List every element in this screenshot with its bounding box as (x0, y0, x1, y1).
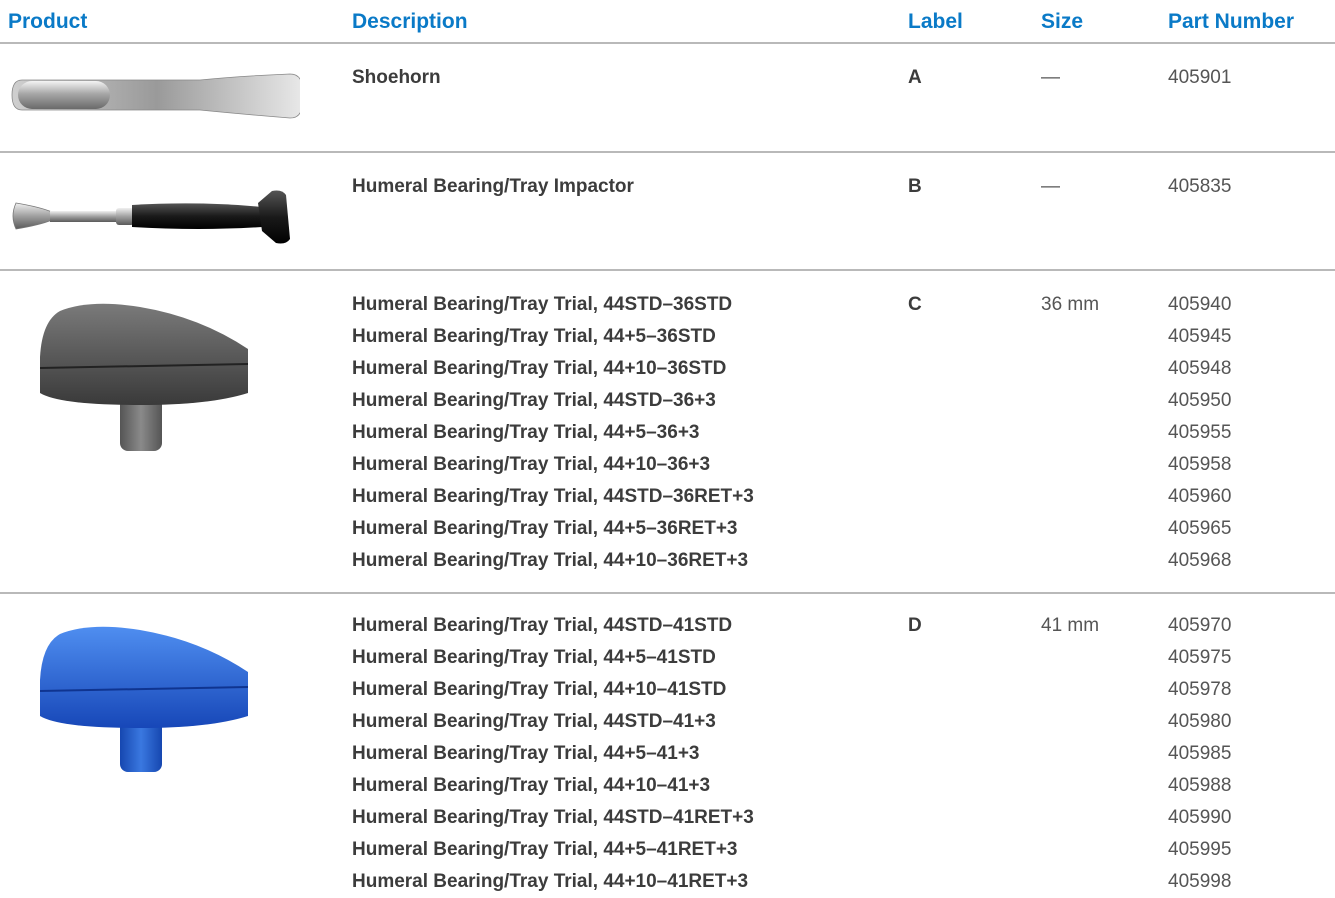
description-line: Humeral Bearing/Tray Trial, 44+10–36RET+… (352, 550, 749, 571)
part-number: 405901 (1168, 67, 1232, 88)
description-line: Humeral Bearing/Tray Trial, 44+5–36STD (352, 326, 716, 347)
part-number: 405960 (1168, 486, 1232, 507)
part-number: 405835 (1168, 176, 1232, 197)
header-description: Description (352, 10, 468, 33)
part-number: 405980 (1168, 711, 1232, 732)
description-line: Shoehorn (352, 67, 441, 88)
description-line: Humeral Bearing/Tray Impactor (352, 176, 634, 197)
part-number: 405970 (1168, 615, 1232, 636)
size-cell: — (1041, 176, 1060, 197)
description-line: Humeral Bearing/Tray Trial, 44STD–36RET+… (352, 486, 754, 507)
part-number: 405955 (1168, 422, 1232, 443)
size-cell: 41 mm (1041, 615, 1100, 636)
part-number-cell: 405835 (1168, 171, 1231, 203)
description-line: Humeral Bearing/Tray Trial, 44+10–41RET+… (352, 871, 749, 892)
part-number: 405975 (1168, 647, 1232, 668)
part-number: 405965 (1168, 518, 1232, 539)
label-cell: D (908, 615, 922, 636)
description-cell: Shoehorn (352, 62, 441, 94)
part-number: 405990 (1168, 807, 1232, 828)
header-size: Size (1041, 10, 1084, 33)
label-cell: C (908, 294, 922, 315)
description-line: Humeral Bearing/Tray Trial, 44+5–41RET+3 (352, 839, 738, 860)
description-line: Humeral Bearing/Tray Trial, 44+5–41STD (352, 647, 716, 668)
impactor-icon (12, 190, 290, 244)
description-line: Humeral Bearing/Tray Trial, 44STD–41RET+… (352, 807, 754, 828)
part-number: 405985 (1168, 743, 1232, 764)
description-line: Humeral Bearing/Tray Trial, 44+5–36RET+3 (352, 518, 738, 539)
part-number: 405958 (1168, 454, 1232, 475)
label-cell: A (908, 67, 922, 88)
header-product: Product (8, 10, 88, 33)
table-row: Humeral Bearing/Tray Trial, 44STD–41STD … (0, 594, 1335, 894)
shoehorn-icon (11, 73, 300, 119)
description-line: Humeral Bearing/Tray Trial, 44STD–41STD (352, 615, 733, 636)
description-line: Humeral Bearing/Tray Trial, 44+5–36+3 (352, 422, 700, 443)
part-number: 405948 (1168, 358, 1232, 379)
part-number: 405968 (1168, 550, 1232, 571)
description-line: Humeral Bearing/Tray Trial, 44+5–41+3 (352, 743, 700, 764)
table-header: Product Description Label Size Part Numb… (0, 0, 1335, 44)
description-line: Humeral Bearing/Tray Trial, 44STD–41+3 (352, 711, 716, 732)
size-cell: 36 mm (1041, 294, 1100, 315)
part-number: 405978 (1168, 679, 1232, 700)
description-line: Humeral Bearing/Tray Trial, 44+10–41STD (352, 679, 727, 700)
description-line: Humeral Bearing/Tray Trial, 44+10–36STD (352, 358, 727, 379)
description-line: Humeral Bearing/Tray Trial, 44STD–36+3 (352, 390, 716, 411)
part-number: 405988 (1168, 775, 1232, 796)
part-number-cell: 405970 405975 405978 405980 405985 40598… (1168, 610, 1231, 898)
part-number: 405945 (1168, 326, 1232, 347)
table-row: Humeral Bearing/Tray Impactor B — 405835 (0, 153, 1335, 271)
part-number: 405995 (1168, 839, 1232, 860)
description-line: Humeral Bearing/Tray Trial, 44+10–36+3 (352, 454, 711, 475)
description-cell: Humeral Bearing/Tray Trial, 44STD–41STD … (352, 610, 754, 898)
description-line: Humeral Bearing/Tray Trial, 44+10–41+3 (352, 775, 711, 796)
part-number: 405940 (1168, 294, 1232, 315)
label-cell: B (908, 176, 922, 197)
table-row: Humeral Bearing/Tray Trial, 44STD–36STD … (0, 271, 1335, 594)
part-number: 405950 (1168, 390, 1232, 411)
blue-trial-icon (39, 626, 249, 772)
header-label: Label (908, 10, 963, 33)
description-line: Humeral Bearing/Tray Trial, 44STD–36STD (352, 294, 733, 315)
header-part-number: Part Number (1168, 10, 1295, 33)
size-cell: — (1041, 67, 1060, 88)
part-number-cell: 405901 (1168, 62, 1231, 94)
description-cell: Humeral Bearing/Tray Trial, 44STD–36STD … (352, 289, 754, 577)
part-number: 405998 (1168, 871, 1232, 892)
part-number-cell: 405940 405945 405948 405950 405955 40595… (1168, 289, 1231, 577)
gray-trial-icon (39, 303, 249, 451)
table-row: Shoehorn A — 405901 (0, 44, 1335, 153)
description-cell: Humeral Bearing/Tray Impactor (352, 171, 634, 203)
